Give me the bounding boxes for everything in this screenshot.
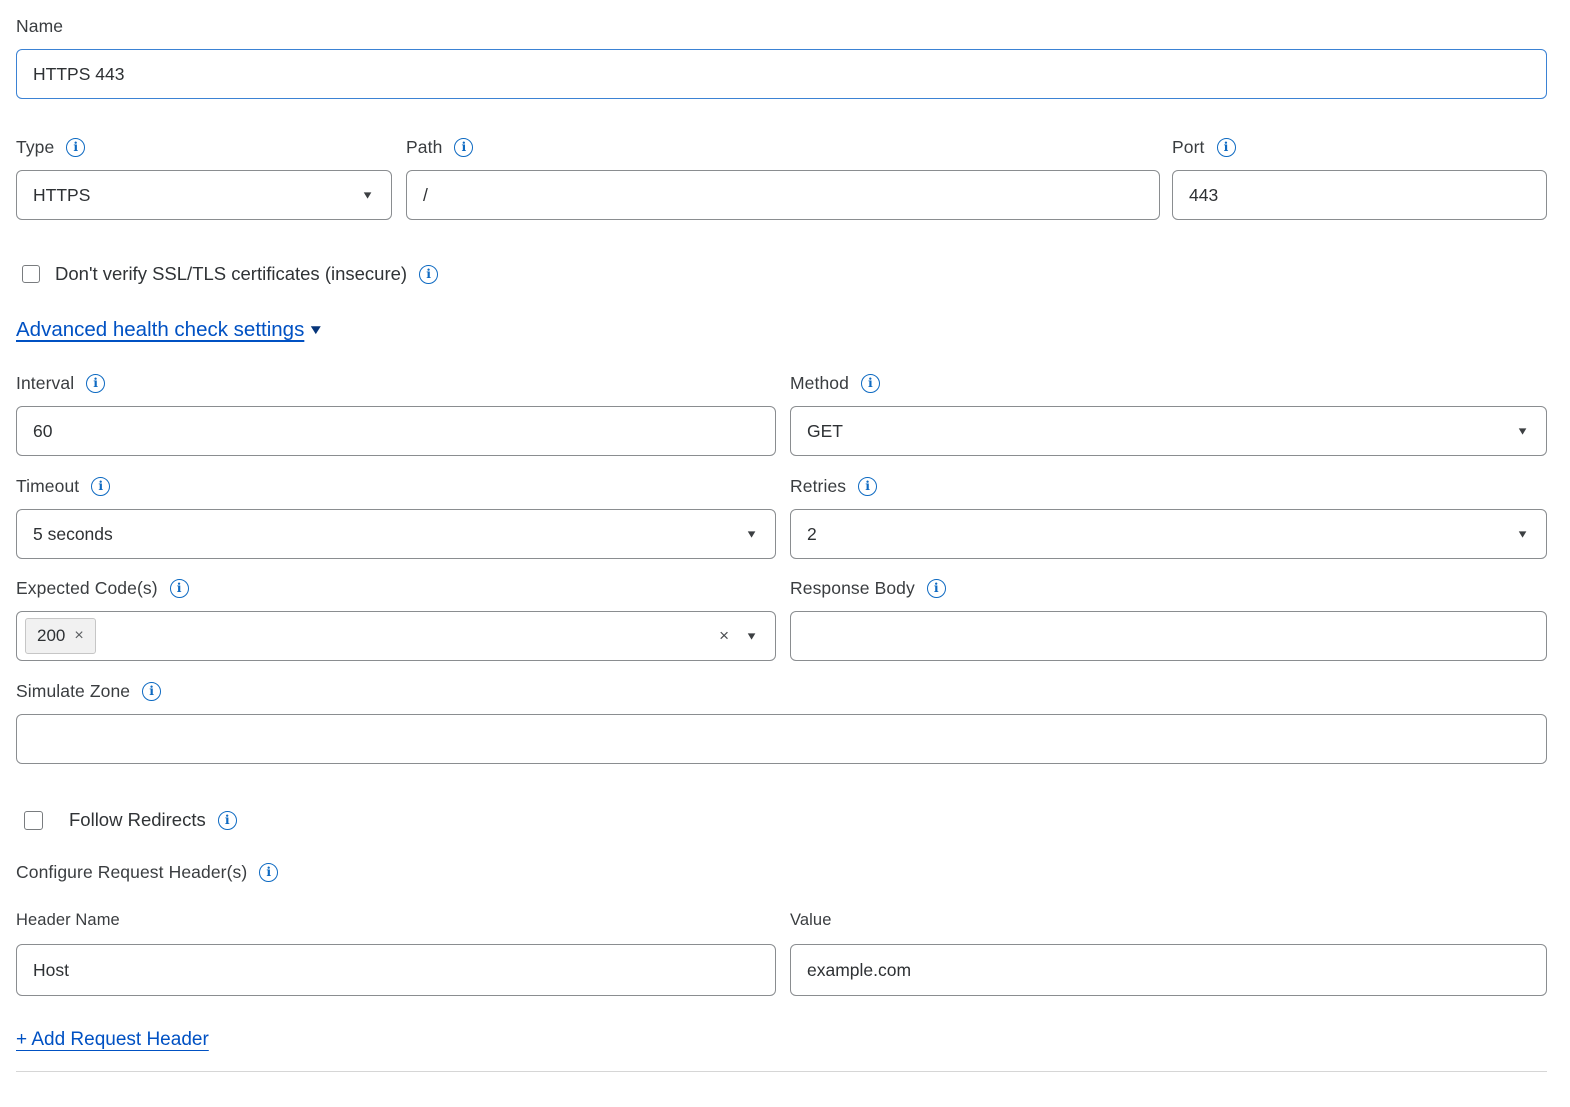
simulate-zone-input[interactable] bbox=[16, 714, 1547, 764]
retries-select[interactable]: 2 ▼ bbox=[790, 509, 1547, 559]
interval-input[interactable] bbox=[16, 406, 776, 456]
retries-label: Retries i bbox=[790, 476, 1547, 497]
verify-ssl-row: Don't verify SSL/TLS certificates (insec… bbox=[16, 263, 1547, 285]
chevron-down-icon: ▼ bbox=[745, 630, 758, 642]
header-value-label-text: Value bbox=[790, 911, 831, 930]
timeout-label-text: Timeout bbox=[16, 476, 79, 497]
expected-codes-multiselect[interactable]: 200 × × ▼ bbox=[16, 611, 776, 661]
expected-codes-label-text: Expected Code(s) bbox=[16, 578, 158, 599]
chip-remove-icon[interactable]: × bbox=[74, 627, 83, 645]
follow-redirects-row: Follow Redirects i bbox=[16, 809, 1547, 831]
follow-redirects-checkbox[interactable] bbox=[24, 811, 43, 830]
port-input[interactable] bbox=[1172, 170, 1547, 220]
method-label: Method i bbox=[790, 373, 1547, 394]
retries-label-text: Retries bbox=[790, 476, 846, 497]
type-label: Type i bbox=[16, 137, 392, 158]
advanced-settings-row: Advanced health check settings ▼ bbox=[16, 318, 1547, 342]
verify-ssl-info-icon[interactable]: i bbox=[419, 265, 438, 284]
port-label: Port i bbox=[1172, 137, 1547, 158]
advanced-caret-down-icon[interactable]: ▼ bbox=[307, 322, 324, 338]
advanced-settings-link[interactable]: Advanced health check settings bbox=[16, 318, 304, 342]
name-label-text: Name bbox=[16, 16, 63, 37]
request-headers-section-text: Configure Request Header(s) bbox=[16, 862, 247, 883]
follow-redirects-info-icon[interactable]: i bbox=[218, 811, 237, 830]
chevron-down-icon: ▼ bbox=[1516, 528, 1529, 540]
expected-codes-label: Expected Code(s) i bbox=[16, 578, 776, 599]
follow-redirects-label: Follow Redirects bbox=[69, 809, 206, 831]
header-name-label: Header Name bbox=[16, 911, 776, 930]
expected-codes-info-icon[interactable]: i bbox=[170, 579, 189, 598]
type-path-port-row: Type i HTTPS ▼ Path i Port i bbox=[16, 137, 1547, 220]
port-info-icon[interactable]: i bbox=[1217, 138, 1236, 157]
health-check-form: Name Type i HTTPS ▼ Path i Port i bbox=[0, 0, 1570, 1072]
header-name-input[interactable] bbox=[16, 944, 776, 996]
add-request-header-link[interactable]: + Add Request Header bbox=[16, 1029, 209, 1051]
path-label-text: Path bbox=[406, 137, 442, 158]
response-body-info-icon[interactable]: i bbox=[927, 579, 946, 598]
codes-body-row: Expected Code(s) i 200 × × ▼ Response Bo… bbox=[16, 578, 1547, 661]
request-headers-section-label: Configure Request Header(s) i bbox=[16, 862, 1547, 883]
path-input[interactable] bbox=[406, 170, 1160, 220]
section-divider bbox=[16, 1071, 1547, 1072]
interval-info-icon[interactable]: i bbox=[86, 374, 105, 393]
type-label-text: Type bbox=[16, 137, 54, 158]
response-body-input[interactable] bbox=[790, 611, 1547, 661]
name-label: Name bbox=[16, 16, 1547, 37]
method-info-icon[interactable]: i bbox=[861, 374, 880, 393]
simulate-zone-label: Simulate Zone i bbox=[16, 681, 1547, 702]
retries-select-value: 2 bbox=[807, 524, 817, 545]
type-select[interactable]: HTTPS ▼ bbox=[16, 170, 392, 220]
header-value-input[interactable] bbox=[790, 944, 1547, 996]
header-row: Header Name Value bbox=[16, 911, 1547, 996]
simulate-zone-info-icon[interactable]: i bbox=[142, 682, 161, 701]
method-select-value: GET bbox=[807, 421, 843, 442]
clear-all-icon[interactable]: × bbox=[719, 626, 729, 646]
timeout-retries-row: Timeout i 5 seconds ▼ Retries i 2 ▼ bbox=[16, 476, 1547, 559]
timeout-label: Timeout i bbox=[16, 476, 776, 497]
request-headers-info-icon[interactable]: i bbox=[259, 863, 278, 882]
chevron-down-icon: ▼ bbox=[745, 528, 758, 540]
timeout-select[interactable]: 5 seconds ▼ bbox=[16, 509, 776, 559]
response-body-label: Response Body i bbox=[790, 578, 1547, 599]
header-value-label: Value bbox=[790, 911, 1547, 930]
code-chip: 200 × bbox=[25, 618, 96, 654]
simulate-zone-label-text: Simulate Zone bbox=[16, 681, 130, 702]
verify-ssl-label: Don't verify SSL/TLS certificates (insec… bbox=[55, 263, 407, 285]
method-label-text: Method bbox=[790, 373, 849, 394]
simulate-zone-row: Simulate Zone i bbox=[16, 681, 1547, 764]
header-name-label-text: Header Name bbox=[16, 911, 120, 930]
path-info-icon[interactable]: i bbox=[454, 138, 473, 157]
code-chip-value: 200 bbox=[37, 626, 65, 646]
response-body-label-text: Response Body bbox=[790, 578, 915, 599]
path-label: Path i bbox=[406, 137, 1160, 158]
interval-method-row: Interval i Method i GET ▼ bbox=[16, 373, 1547, 456]
timeout-select-value: 5 seconds bbox=[33, 524, 113, 545]
timeout-info-icon[interactable]: i bbox=[91, 477, 110, 496]
name-input[interactable] bbox=[16, 49, 1547, 99]
interval-label-text: Interval bbox=[16, 373, 74, 394]
verify-ssl-checkbox[interactable] bbox=[22, 265, 40, 283]
interval-label: Interval i bbox=[16, 373, 776, 394]
type-info-icon[interactable]: i bbox=[66, 138, 85, 157]
port-label-text: Port bbox=[1172, 137, 1205, 158]
chevron-down-icon: ▼ bbox=[1516, 425, 1529, 437]
chevron-down-icon: ▼ bbox=[361, 189, 374, 201]
type-select-value: HTTPS bbox=[33, 185, 90, 206]
retries-info-icon[interactable]: i bbox=[858, 477, 877, 496]
method-select[interactable]: GET ▼ bbox=[790, 406, 1547, 456]
